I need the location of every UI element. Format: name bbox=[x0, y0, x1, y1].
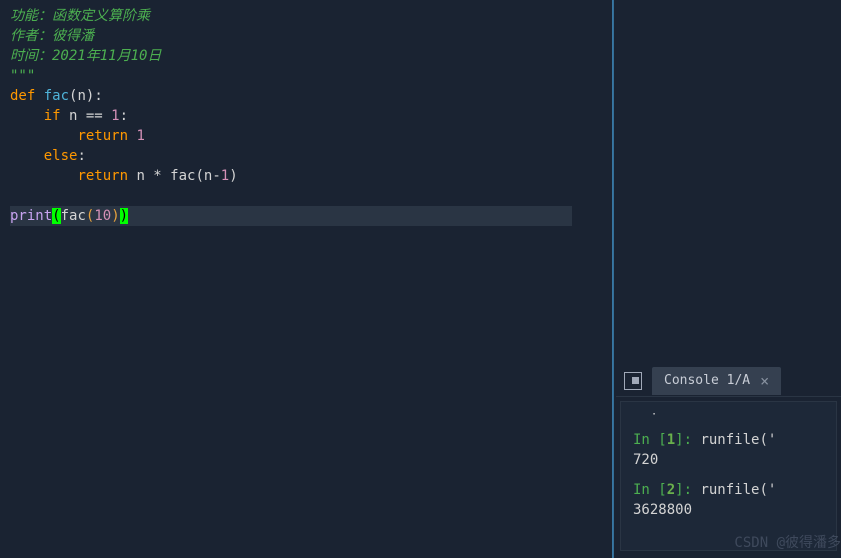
code-line-if: if n == 1: bbox=[10, 106, 615, 126]
code-line-else: else: bbox=[10, 146, 615, 166]
console-panel: Console 1/A × ˙ In [1]: runfile(' 720 In… bbox=[616, 365, 841, 558]
console-input-2: In [2]: runfile(' bbox=[633, 480, 832, 500]
console-output-1: 720 bbox=[633, 450, 832, 470]
comment-line: 功能：函数定义算阶乘 bbox=[10, 6, 615, 26]
console-output[interactable]: ˙ In [1]: runfile(' 720 In [2]: runfile(… bbox=[620, 401, 837, 551]
code-line-return1: return 1 bbox=[10, 126, 615, 146]
console-output-2: 3628800 bbox=[633, 500, 832, 520]
console-tab-label: Console 1/A bbox=[664, 373, 750, 388]
console-tabbar: Console 1/A × bbox=[616, 365, 841, 397]
comment-line: 时间：2021年11月10日 bbox=[10, 46, 615, 66]
code-line-def: def fac(n): bbox=[10, 86, 615, 106]
close-icon[interactable]: × bbox=[760, 372, 769, 390]
code-line-return-recursive: return n * fac(n-1) bbox=[10, 166, 615, 186]
docstring-end: """ bbox=[10, 66, 615, 86]
comment-line: 作者：彼得潘 bbox=[10, 26, 615, 46]
console-tab[interactable]: Console 1/A × bbox=[652, 367, 781, 395]
watermark: CSDN @彼得潘多 bbox=[734, 532, 841, 552]
console-ellipsis: ˙ bbox=[633, 410, 832, 430]
code-line-print-current: print(fac(10)) bbox=[10, 206, 572, 226]
new-console-icon[interactable] bbox=[624, 372, 642, 390]
console-input-1: In [1]: runfile(' bbox=[633, 430, 832, 450]
code-editor[interactable]: 功能：函数定义算阶乘 作者：彼得潘 时间：2021年11月10日 """ def… bbox=[0, 0, 615, 558]
